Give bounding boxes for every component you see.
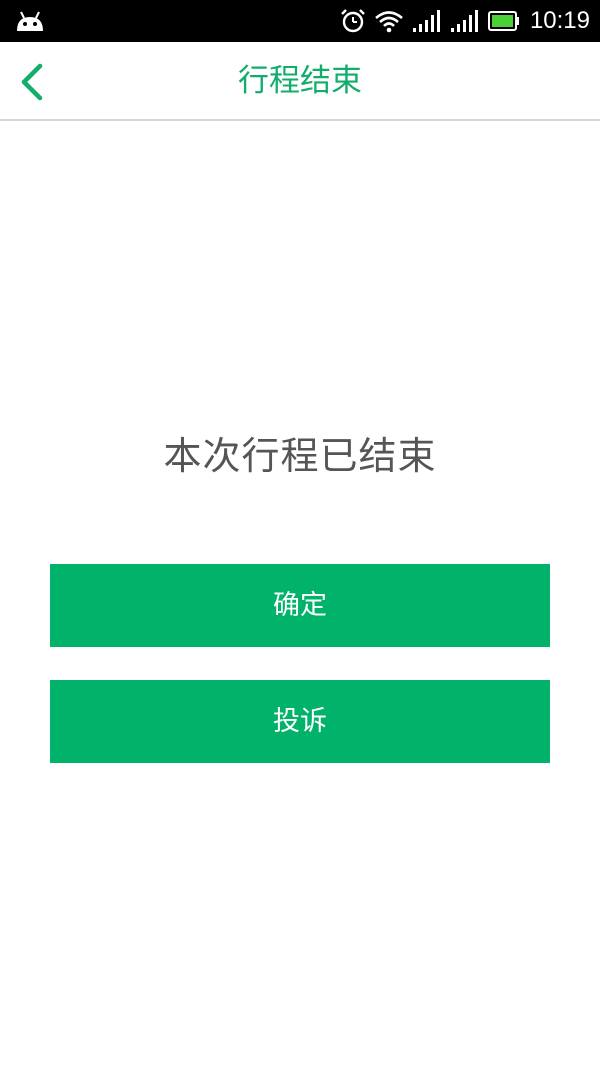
battery-icon — [487, 11, 519, 31]
signal-icon — [412, 10, 440, 32]
status-icons: 10:19 — [340, 0, 590, 42]
status-bar: 10:19 — [0, 0, 600, 42]
page-title: 行程结束 — [238, 63, 362, 99]
alarm-icon — [341, 9, 365, 33]
trip-ended-message: 本次行程已结束 — [163, 434, 437, 478]
confirm-button[interactable]: 确定 — [50, 564, 550, 647]
complain-button[interactable]: 投诉 — [50, 680, 550, 763]
wifi-icon — [375, 11, 403, 33]
status-time: 10:19 — [529, 7, 590, 34]
android-icon — [17, 11, 43, 31]
signal-icon — [450, 10, 478, 32]
title-bar: 行程结束 — [0, 42, 600, 121]
chevron-left-icon[interactable] — [14, 60, 54, 104]
